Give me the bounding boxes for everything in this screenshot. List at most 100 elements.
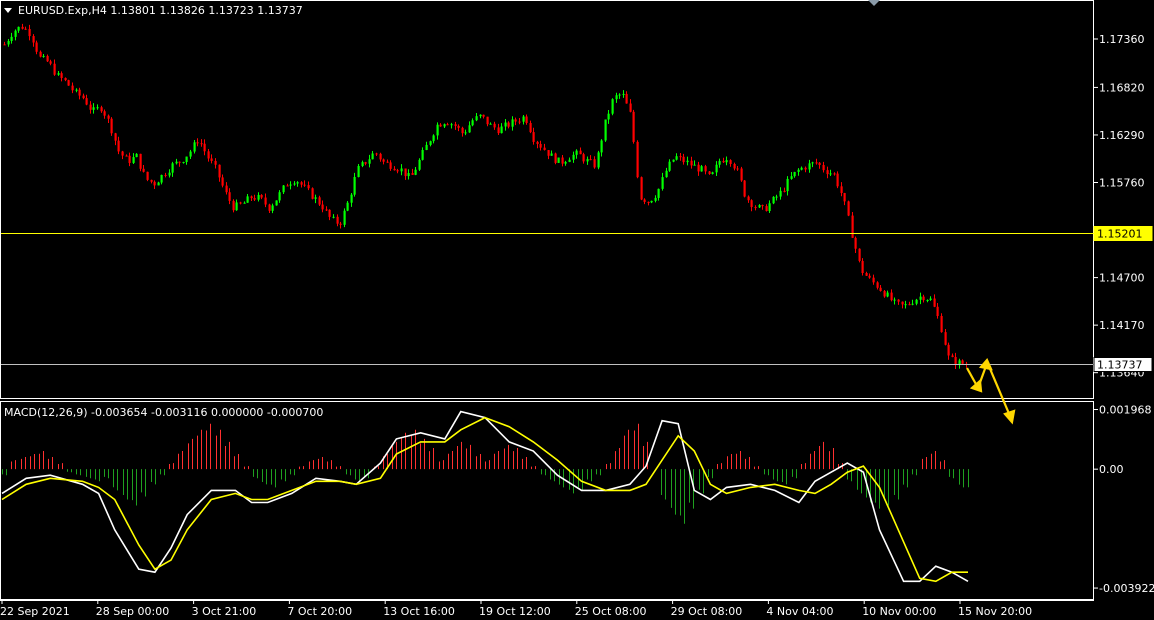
candle-body bbox=[951, 355, 954, 357]
candle-body bbox=[253, 198, 256, 200]
candle-body bbox=[822, 165, 825, 171]
candle-body bbox=[128, 155, 131, 163]
candle-body bbox=[49, 61, 52, 64]
candle-body bbox=[457, 125, 460, 128]
candle-body bbox=[615, 95, 618, 100]
candle-body bbox=[532, 132, 535, 142]
candle-body bbox=[300, 182, 303, 185]
candle-body bbox=[318, 197, 321, 205]
candle-body bbox=[436, 124, 439, 136]
candle-body bbox=[486, 116, 489, 125]
candle-body bbox=[539, 143, 542, 148]
candle-body bbox=[890, 292, 893, 301]
candle-body bbox=[336, 216, 339, 224]
candle-body bbox=[815, 162, 818, 164]
candle-body bbox=[203, 143, 206, 152]
time-tick-label: 15 Nov 20:00 bbox=[958, 605, 1032, 618]
candle-body bbox=[303, 184, 306, 186]
candle-body bbox=[311, 188, 314, 199]
candle-body bbox=[700, 166, 703, 172]
candle-body bbox=[464, 132, 467, 134]
candle-body bbox=[307, 185, 310, 189]
candle-body bbox=[225, 185, 228, 193]
candle-body bbox=[557, 157, 560, 163]
candle-body bbox=[768, 203, 771, 212]
candle-body bbox=[214, 160, 217, 165]
time-tick-label: 29 Oct 08:00 bbox=[671, 605, 743, 618]
candle-body bbox=[389, 162, 392, 169]
candle-body bbox=[53, 63, 56, 75]
price-tick-label: 1.16290 bbox=[1099, 129, 1145, 142]
candle-body bbox=[171, 163, 174, 173]
candle-body bbox=[296, 182, 299, 184]
candle-body bbox=[482, 114, 485, 117]
candle-body bbox=[936, 306, 939, 316]
candle-body bbox=[421, 150, 424, 160]
candle-body bbox=[779, 190, 782, 197]
candle-body bbox=[908, 304, 911, 306]
candle-body bbox=[479, 114, 482, 117]
candle-body bbox=[17, 26, 20, 31]
support-price-label: 1.15201 bbox=[1097, 228, 1143, 241]
candle-body bbox=[178, 161, 181, 163]
candle-body bbox=[919, 296, 922, 300]
time-tick-label: 19 Oct 12:00 bbox=[479, 605, 551, 618]
candle-body bbox=[647, 201, 650, 203]
candle-body bbox=[518, 121, 521, 123]
candle-body bbox=[278, 192, 281, 201]
macd-tick-label: 0.00 bbox=[1099, 463, 1124, 476]
candle-body bbox=[640, 177, 643, 200]
candle-body bbox=[468, 125, 471, 133]
candle-body bbox=[922, 296, 925, 301]
candle-body bbox=[851, 215, 854, 238]
macd-tick-label: -0.003922 bbox=[1099, 582, 1154, 595]
candle-body bbox=[593, 159, 596, 168]
candle-body bbox=[286, 185, 289, 187]
candle-body bbox=[282, 185, 285, 193]
candle-body bbox=[654, 197, 657, 201]
chart-window[interactable]: 1.17360 1.16820 1.16290 1.15760 1.14700 1.141… bbox=[0, 0, 1154, 620]
candle-body bbox=[933, 298, 936, 307]
candle-body bbox=[35, 42, 38, 52]
candle-body bbox=[740, 168, 743, 181]
candle-body bbox=[250, 196, 253, 199]
candle-body bbox=[564, 161, 567, 164]
candle-body bbox=[940, 315, 943, 333]
candle-body bbox=[665, 170, 668, 178]
candle-body bbox=[57, 73, 60, 75]
candle-body bbox=[32, 36, 35, 43]
candle-body bbox=[750, 200, 753, 208]
candle-body bbox=[944, 332, 947, 345]
candle-body bbox=[697, 164, 700, 172]
candle-body bbox=[747, 196, 750, 201]
candle-body bbox=[207, 151, 210, 159]
candle-body bbox=[893, 299, 896, 301]
macd-header: MACD(12,26,9) -0.003654 -0.003116 0.0000… bbox=[4, 406, 323, 419]
candle-body bbox=[153, 181, 156, 186]
candle-body bbox=[783, 190, 786, 192]
current-price-label: 1.13737 bbox=[1097, 359, 1143, 372]
candle-body bbox=[947, 344, 950, 356]
candle-body bbox=[3, 44, 6, 46]
candle-body bbox=[829, 173, 832, 175]
candle-body bbox=[289, 184, 292, 186]
candle-body bbox=[672, 159, 675, 162]
candle-body bbox=[411, 173, 414, 175]
candle-body bbox=[393, 168, 396, 171]
candle-body bbox=[804, 167, 807, 170]
candle-body bbox=[364, 162, 367, 164]
candle-body bbox=[754, 207, 757, 209]
candle-body bbox=[497, 127, 500, 134]
candle-body bbox=[346, 202, 349, 211]
candle-body bbox=[872, 277, 875, 283]
candle-body bbox=[103, 111, 106, 116]
candle-body bbox=[722, 161, 725, 163]
price-tick-label: 1.17360 bbox=[1099, 33, 1145, 46]
candle-body bbox=[901, 301, 904, 305]
candle-body bbox=[865, 273, 868, 276]
candle-body bbox=[432, 135, 435, 142]
candle-body bbox=[708, 171, 711, 174]
candle-body bbox=[343, 210, 346, 225]
candle-body bbox=[221, 177, 224, 186]
candle-body bbox=[246, 196, 249, 203]
